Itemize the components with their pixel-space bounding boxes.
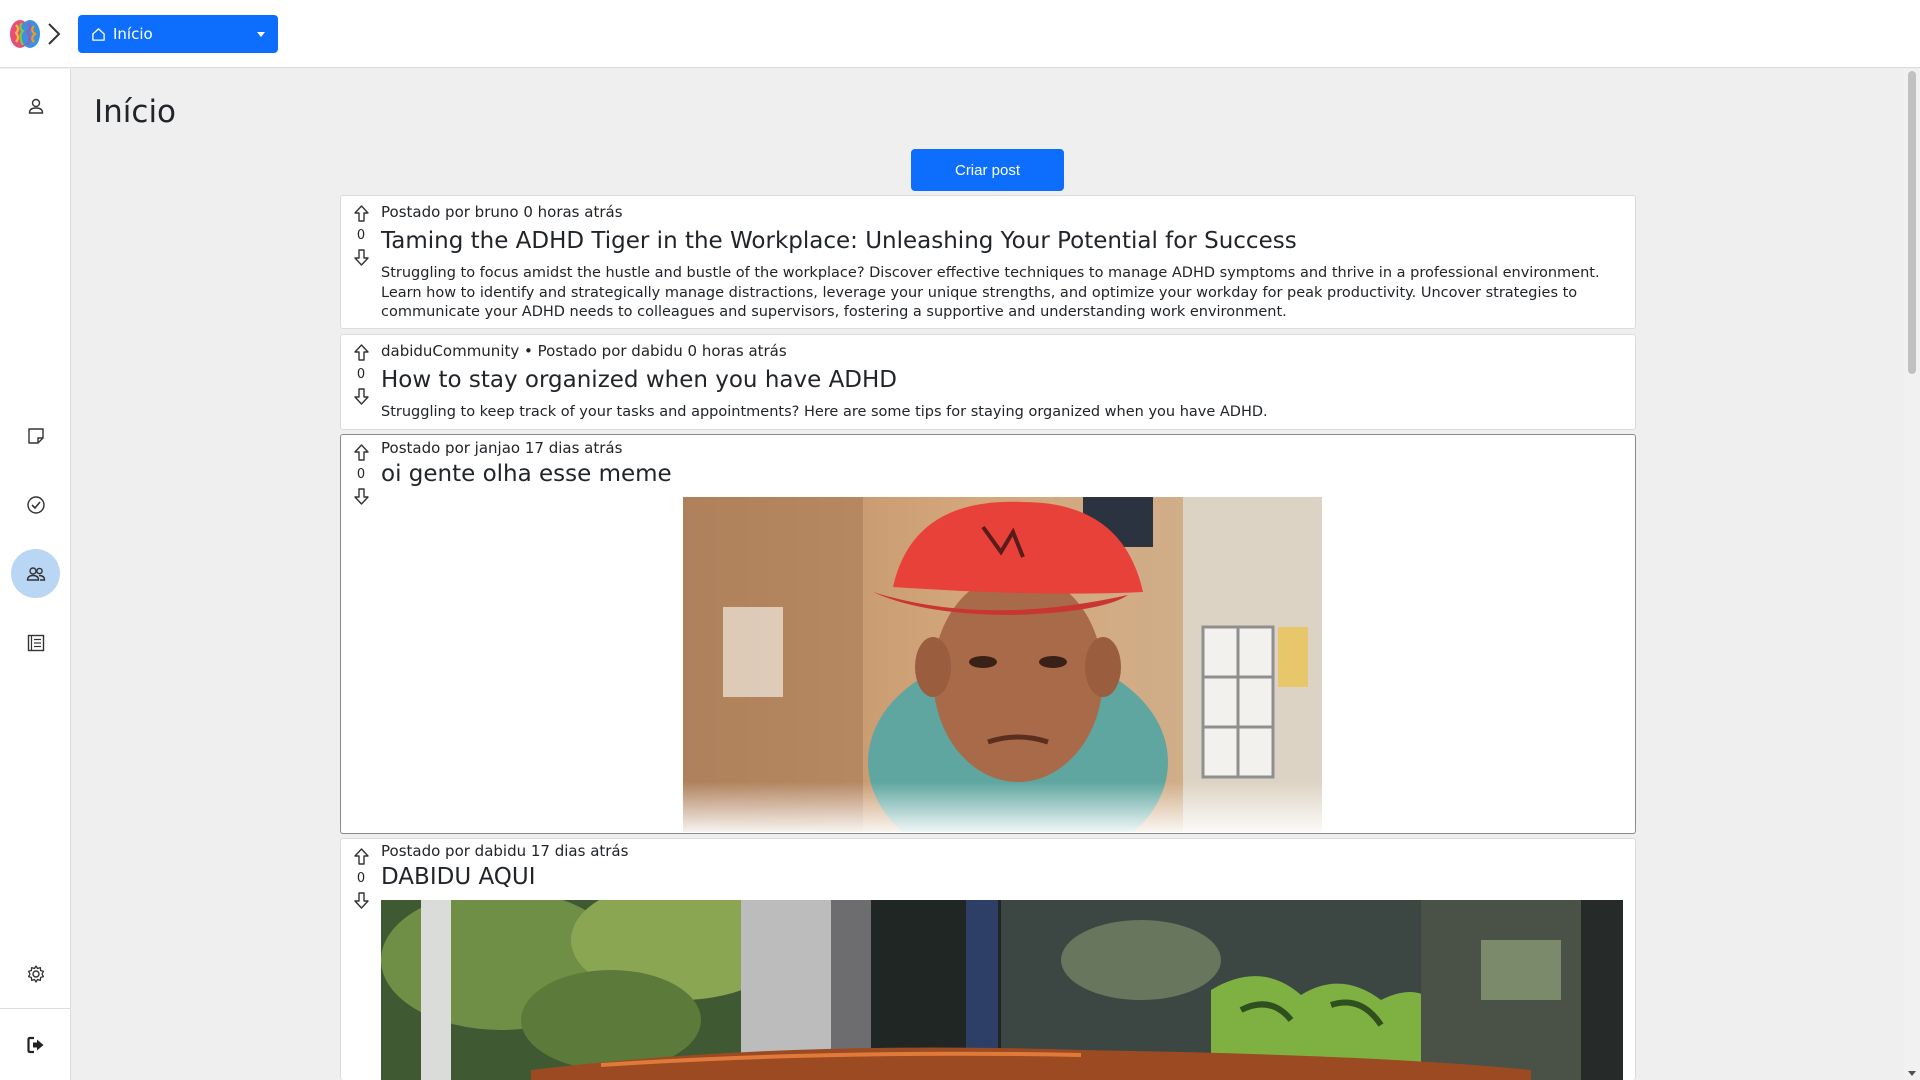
post-image-meme: [683, 497, 1322, 832]
vote-count: 0: [356, 467, 366, 482]
brain-icon[interactable]: [9, 17, 41, 51]
vote-count: 0: [356, 871, 366, 886]
page-nav-dropdown[interactable]: Início: [78, 15, 278, 53]
downvote-arrow-icon[interactable]: [353, 387, 370, 406]
page-title: Início: [94, 94, 177, 130]
post-meta[interactable]: Postado por dabidu 17 dias atrás: [381, 842, 628, 860]
users-icon: [26, 566, 45, 581]
upvote-arrow-icon[interactable]: [353, 443, 370, 462]
post-meta[interactable]: Postado por janjao 17 dias atrás: [381, 439, 622, 457]
vote-controls: 0: [351, 847, 371, 910]
downvote-arrow-icon[interactable]: [353, 248, 370, 267]
sidebar-item-logout[interactable]: [11, 1020, 60, 1069]
post-title[interactable]: Taming the ADHD Tiger in the Workplace: …: [381, 228, 1297, 254]
create-post-button[interactable]: Criar post: [911, 149, 1064, 191]
check-circle-icon: [26, 495, 45, 514]
post-card[interactable]: 0 Postado por janjao 17 dias atrás oi ge…: [340, 434, 1636, 834]
vote-count: 0: [356, 228, 366, 243]
post-image-car: [381, 900, 1623, 1080]
page-scrollbar[interactable]: [1904, 69, 1920, 1080]
downvote-arrow-icon[interactable]: [353, 891, 370, 910]
post-meta[interactable]: dabiduCommunity • Postado por dabidu 0 h…: [381, 342, 787, 360]
scroll-down-arrow-icon[interactable]: [1908, 1071, 1916, 1076]
sidebar-divider: [0, 1008, 70, 1009]
post-title[interactable]: oi gente olha esse meme: [381, 461, 672, 487]
upvote-arrow-icon[interactable]: [353, 847, 370, 866]
home-icon: [92, 27, 105, 41]
chevron-right-icon[interactable]: [46, 22, 62, 46]
post-title[interactable]: DABIDU AQUI: [381, 864, 536, 890]
sidebar-item-notes[interactable]: [11, 411, 60, 460]
post-card[interactable]: 0 Postado por dabidu 17 dias atrás DABID…: [340, 838, 1636, 1080]
top-bar: Início: [0, 0, 1920, 68]
post-card[interactable]: 0 Postado por bruno 0 horas atrás Taming…: [340, 195, 1636, 329]
scrollbar-thumb[interactable]: [1908, 71, 1916, 374]
sidebar-item-tasks[interactable]: [11, 480, 60, 529]
vote-count: 0: [356, 367, 366, 382]
downvote-arrow-icon[interactable]: [353, 487, 370, 506]
user-icon: [28, 98, 43, 114]
post-title[interactable]: How to stay organized when you have ADHD: [381, 367, 897, 393]
sidebar-item-profile[interactable]: [11, 81, 60, 130]
post-card[interactable]: 0 dabiduCommunity • Postado por dabidu 0…: [340, 334, 1636, 430]
sidebar: [0, 69, 71, 1080]
sidebar-item-community[interactable]: [11, 549, 60, 598]
vote-controls: 0: [351, 204, 371, 267]
post-body: Struggling to focus amidst the hustle an…: [381, 265, 1600, 320]
post-body: Struggling to keep track of your tasks a…: [381, 404, 1268, 420]
post-meta[interactable]: Postado por bruno 0 horas atrás: [381, 203, 623, 221]
caret-down-icon: [257, 32, 265, 37]
nav-dropdown-label: Início: [113, 25, 153, 43]
list-document-icon: [27, 634, 44, 651]
sidebar-item-journal[interactable]: [11, 618, 60, 667]
upvote-arrow-icon[interactable]: [353, 204, 370, 223]
upvote-arrow-icon[interactable]: [353, 343, 370, 362]
vote-controls: 0: [351, 343, 371, 406]
sidebar-item-settings[interactable]: [11, 949, 60, 998]
gear-icon: [27, 964, 44, 983]
vote-controls: 0: [351, 443, 371, 506]
sticky-note-icon: [27, 427, 44, 444]
logout-icon: [26, 1036, 43, 1053]
